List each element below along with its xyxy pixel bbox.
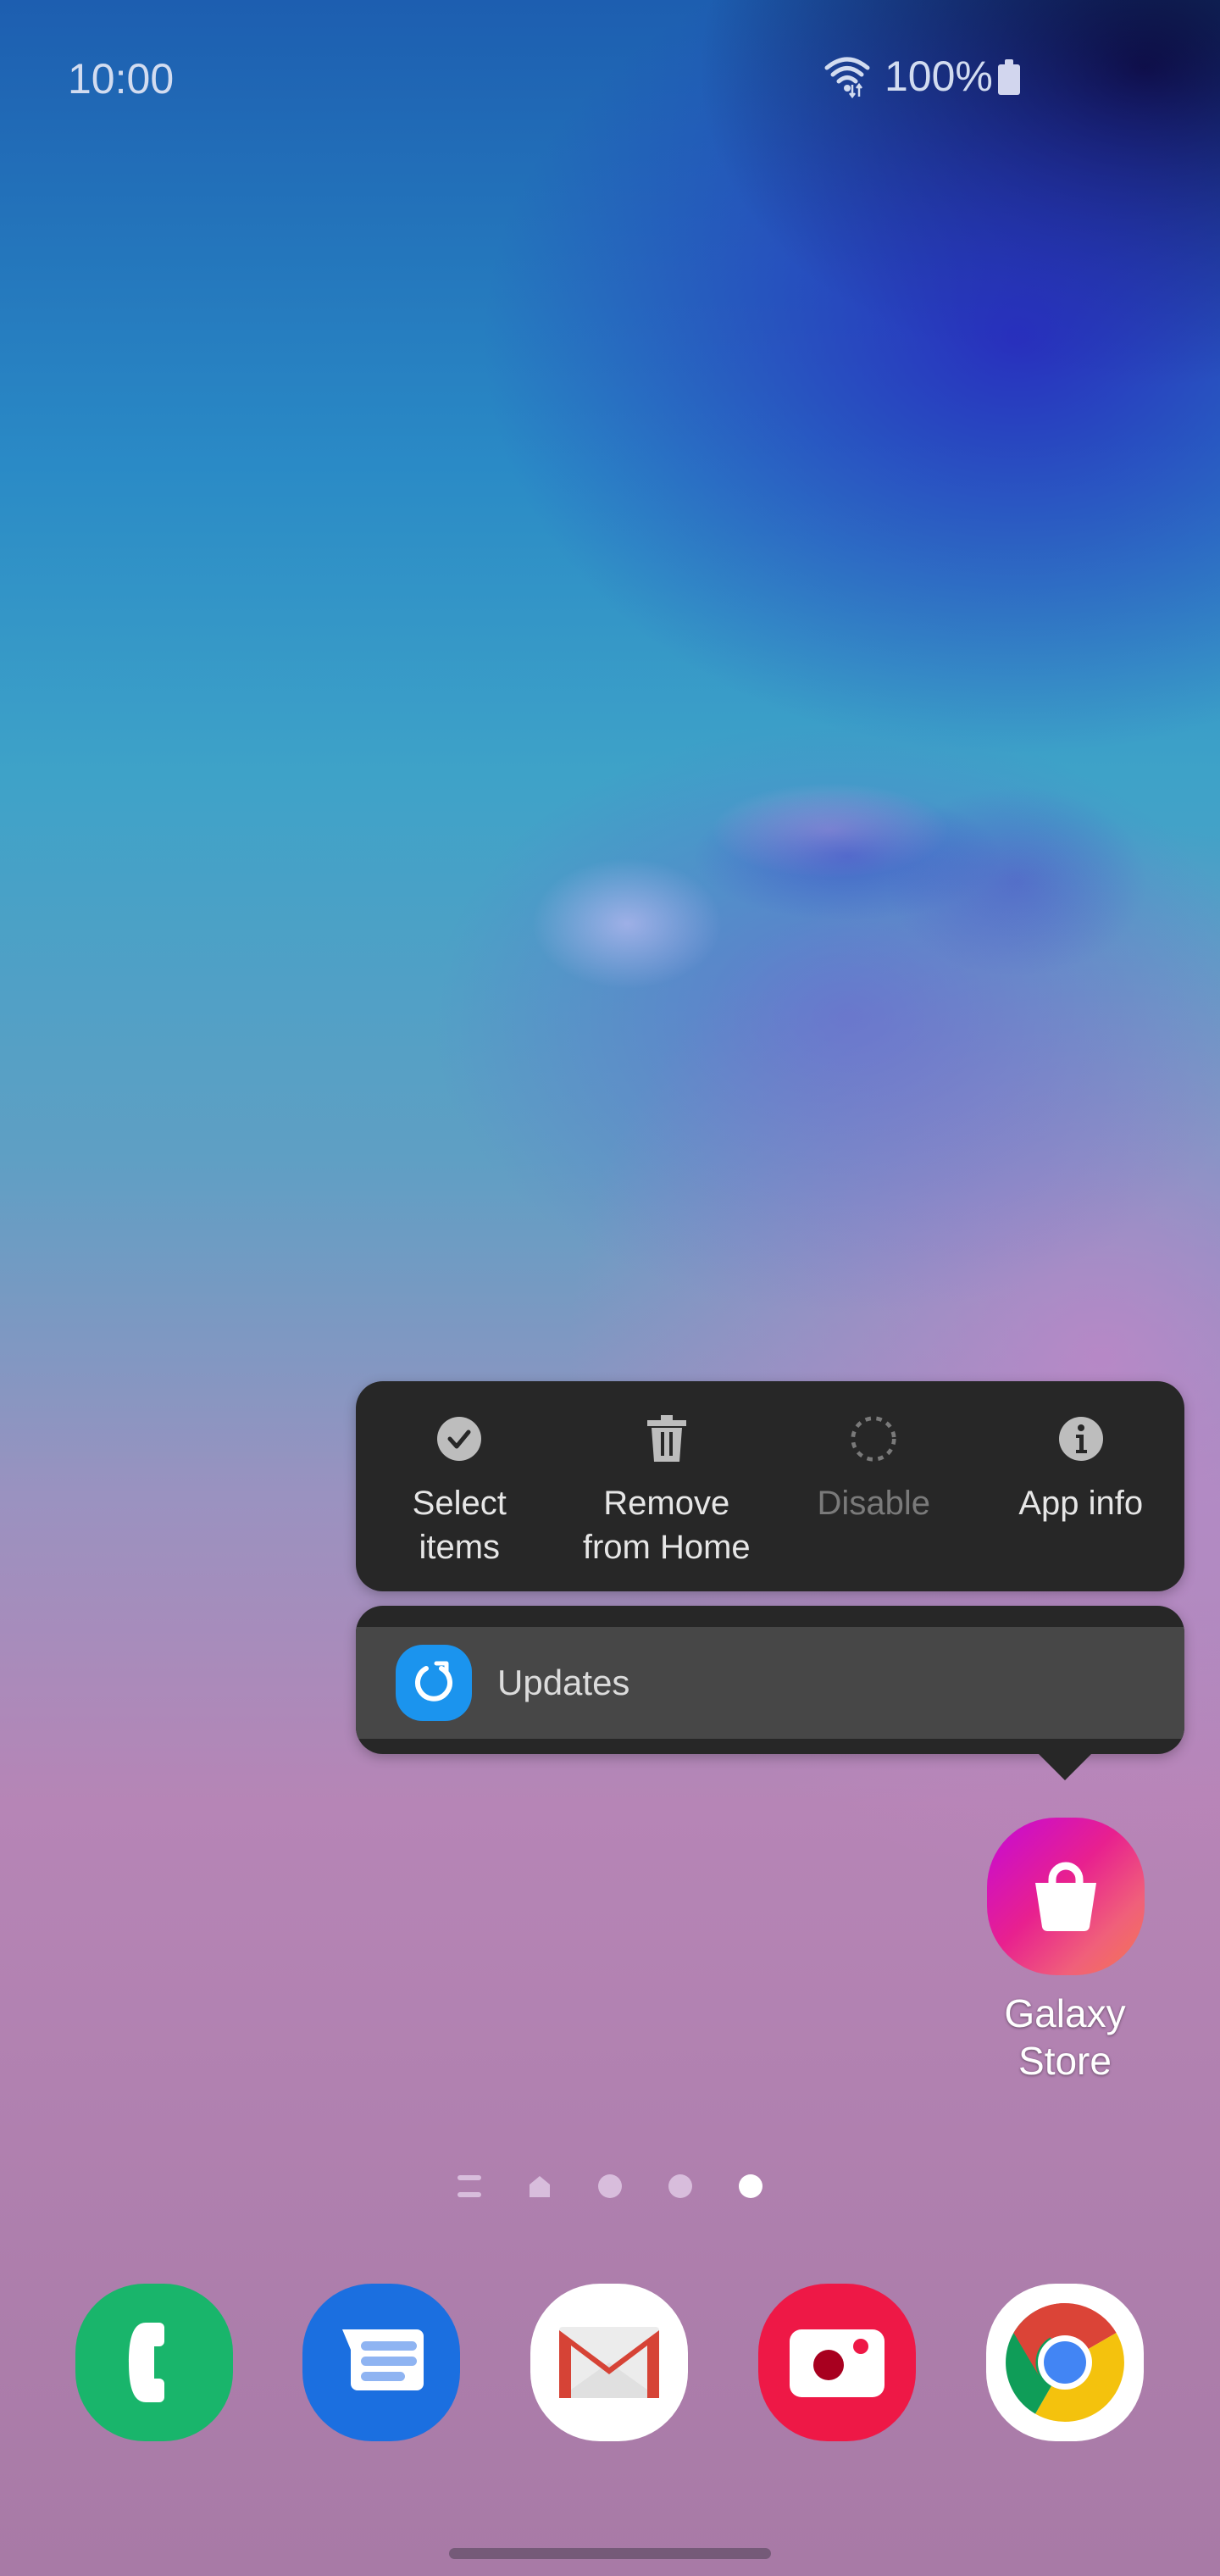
select-items-label: Select items <box>412 1485 507 1566</box>
menu-pointer-arrow <box>1038 1753 1092 1780</box>
dashed-circle-icon <box>850 1415 897 1463</box>
dock-phone-app[interactable] <box>75 2284 233 2441</box>
dock-gmail-app[interactable] <box>530 2284 688 2441</box>
dock-chrome-app[interactable] <box>986 2284 1144 2441</box>
app-info-label: App info <box>1018 1485 1144 1522</box>
messages-icon <box>342 2329 424 2390</box>
page-dot-active[interactable] <box>739 2174 762 2198</box>
dock-camera-app[interactable] <box>758 2284 916 2441</box>
app-shortcuts-panel: Updates <box>356 1606 1184 1754</box>
dock-messages-app[interactable] <box>302 2284 460 2441</box>
wallpaper-swirl <box>491 729 1220 1085</box>
refresh-icon <box>396 1645 472 1721</box>
camera-icon <box>790 2329 884 2397</box>
info-icon <box>1057 1415 1105 1463</box>
battery-percent: 100% <box>884 53 993 100</box>
status-time: 10:00 <box>68 55 175 103</box>
page-indicator <box>458 2169 762 2203</box>
phone-icon <box>129 2323 164 2402</box>
galaxy-store-app[interactable] <box>987 1818 1145 1975</box>
remove-from-home-button[interactable]: Remove from Home <box>563 1381 771 1591</box>
select-items-button[interactable]: Select items <box>356 1381 563 1591</box>
shopping-bag-icon <box>1035 1862 1096 1932</box>
wifi-data-icon <box>824 57 870 99</box>
remove-from-home-label: Remove from Home <box>582 1485 751 1566</box>
galaxy-store-label: Galaxy Store <box>1004 1991 1126 2083</box>
disable-label: Disable <box>817 1485 930 1522</box>
home-page-indicator[interactable] <box>528 2174 552 2198</box>
chrome-icon <box>1006 2303 1124 2422</box>
status-indicators: 100% <box>822 53 1020 100</box>
app-context-menu: Select items Remove from Home Disable Ap… <box>356 1381 1184 1591</box>
status-bar: 10:00 100% <box>0 0 1220 153</box>
shortcut-updates-label: Updates <box>497 1663 630 1702</box>
disable-button[interactable]: Disable <box>770 1381 978 1591</box>
gesture-navigation-bar[interactable] <box>449 2548 771 2559</box>
shortcut-updates[interactable]: Updates <box>356 1627 1184 1739</box>
page-dot[interactable] <box>668 2174 692 2198</box>
app-info-button[interactable]: App info <box>978 1381 1185 1591</box>
list-page-indicator[interactable] <box>458 2175 481 2197</box>
battery-full-icon <box>997 59 1020 95</box>
check-circle-icon <box>435 1415 483 1463</box>
trash-icon <box>643 1415 690 1463</box>
page-dot[interactable] <box>598 2174 622 2198</box>
gmail-icon <box>559 2327 659 2398</box>
